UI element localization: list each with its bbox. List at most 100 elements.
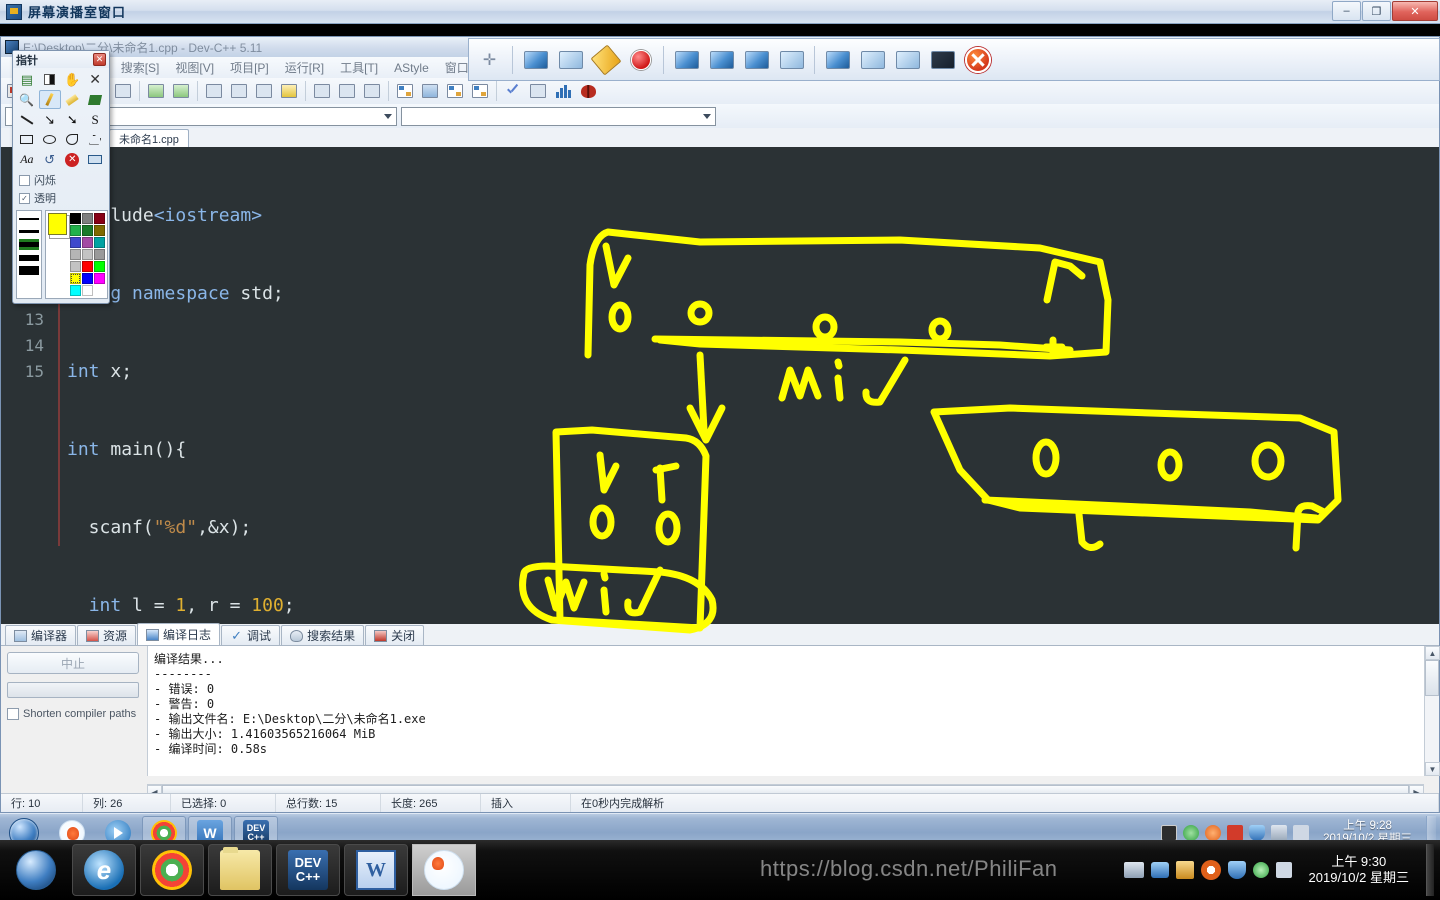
text-tool-icon[interactable]: Aa: [16, 150, 38, 169]
screen-clear-icon[interactable]: [84, 150, 106, 169]
scrollbar-thumb[interactable]: [1425, 660, 1439, 696]
blink-checkbox[interactable]: 闪烁: [13, 171, 109, 189]
paint-toolbar[interactable]: 指针 ✕ ▤ ✋ ✕ 🔍 ↘ ➘ S Aa ↺ ✕ 闪烁 ✓ 透明: [12, 50, 110, 304]
screen-stats-icon[interactable]: [926, 43, 959, 76]
menu-view[interactable]: 视图[V]: [168, 57, 221, 78]
line-width-option[interactable]: [19, 265, 39, 276]
paint-bucket-icon[interactable]: [84, 90, 106, 109]
scroll-down-icon[interactable]: ▼: [1425, 762, 1440, 776]
stop-broadcast-icon[interactable]: [961, 43, 994, 76]
color-swatch[interactable]: [82, 237, 93, 248]
color-swatch[interactable]: [94, 273, 105, 284]
color-swatch-selected[interactable]: [70, 273, 81, 284]
color-swatch[interactable]: [70, 225, 81, 236]
check-green-icon[interactable]: [1252, 862, 1269, 878]
screen-annotate-icon[interactable]: [891, 43, 924, 76]
line-width-picker[interactable]: [16, 210, 42, 299]
rectangle-icon[interactable]: [16, 130, 38, 149]
orange-icon[interactable]: [1205, 824, 1222, 841]
broadcast-maximize-button[interactable]: ❐: [1362, 1, 1391, 21]
color-swatch[interactable]: [82, 225, 93, 236]
screen-region-icon[interactable]: [554, 43, 587, 76]
erase-all-icon[interactable]: ✕: [84, 70, 106, 89]
color-swatch[interactable]: [94, 249, 105, 260]
shield-blue-icon[interactable]: [1227, 861, 1246, 879]
debug-icon[interactable]: [576, 80, 600, 102]
speaker-icon[interactable]: [1293, 824, 1310, 841]
forward-icon[interactable]: [335, 80, 359, 102]
color-swatch[interactable]: [70, 261, 81, 272]
undo-icon[interactable]: [144, 80, 168, 102]
menu-astyle[interactable]: AStyle: [387, 59, 436, 77]
screen-chart-icon[interactable]: [740, 43, 773, 76]
host-taskbar-explorer[interactable]: [208, 844, 272, 896]
host-taskbar-devcpp[interactable]: DEV C++: [276, 844, 340, 896]
screen-window-icon[interactable]: [775, 43, 808, 76]
profile-icon[interactable]: [551, 80, 575, 102]
back-icon[interactable]: [310, 80, 334, 102]
highlighter-icon[interactable]: [62, 90, 84, 109]
hand-pan-icon[interactable]: ✋: [62, 70, 84, 89]
rebuild-icon[interactable]: [468, 80, 492, 102]
code-text[interactable]: #include<iostream> using namespace std; …: [67, 147, 1437, 624]
curve-s-icon[interactable]: S: [84, 110, 106, 129]
code-editor[interactable]: 7 8 9 10 11 12 13 14 15 #include<iostrea…: [1, 147, 1439, 624]
pen-icon[interactable]: [38, 90, 61, 109]
line-width-option-selected[interactable]: [19, 239, 39, 250]
shorten-paths-checkbox[interactable]: Shorten compiler paths: [7, 708, 141, 720]
run-icon[interactable]: [418, 80, 442, 102]
redo-icon[interactable]: [169, 80, 193, 102]
pointer-select-icon[interactable]: ▤: [16, 70, 38, 89]
arrow-solid-icon[interactable]: ➘: [62, 110, 84, 129]
show-desktop-button[interactable]: [1426, 844, 1434, 896]
fill-rect-icon[interactable]: [39, 70, 61, 89]
transparent-checkbox[interactable]: ✓ 透明: [13, 189, 109, 207]
input-method-icon[interactable]: [1271, 824, 1288, 841]
abort-button[interactable]: 中止: [7, 652, 139, 674]
stop-icon[interactable]: [526, 80, 550, 102]
color-swatch[interactable]: [94, 213, 105, 224]
media-icon[interactable]: [1161, 824, 1178, 841]
log-vertical-scrollbar[interactable]: ▲ ▼: [1424, 646, 1440, 776]
color-swatch[interactable]: [82, 285, 93, 296]
undo-icon[interactable]: ↺: [39, 150, 61, 169]
ellipse-icon[interactable]: [39, 130, 61, 149]
battery-icon[interactable]: [1150, 862, 1169, 878]
compile-run-icon[interactable]: [443, 80, 467, 102]
line-icon[interactable]: [16, 110, 38, 129]
print-icon[interactable]: [111, 80, 135, 102]
tab-search-results[interactable]: 搜索结果: [281, 625, 365, 645]
color-picker[interactable]: [45, 210, 108, 299]
goto-line-icon[interactable]: [252, 80, 276, 102]
arrow-down-right-icon[interactable]: ↘: [39, 110, 61, 129]
screen-blank-icon[interactable]: [856, 43, 889, 76]
play-icon[interactable]: [1183, 824, 1200, 841]
pin-icon[interactable]: ✛: [473, 43, 506, 76]
color-swatch[interactable]: [82, 273, 93, 284]
polygon-icon[interactable]: [84, 130, 106, 149]
speaker-icon[interactable]: [1275, 862, 1292, 878]
replace-icon[interactable]: [227, 80, 251, 102]
line-width-option[interactable]: [19, 252, 39, 263]
pencil-draw-icon[interactable]: [589, 43, 622, 76]
tab-resources[interactable]: 资源: [77, 625, 137, 645]
host-start-button[interactable]: [4, 844, 68, 896]
clipboard-icon[interactable]: [1175, 861, 1194, 879]
color-swatch[interactable]: [70, 249, 81, 260]
line-width-option[interactable]: [19, 226, 39, 237]
color-swatch[interactable]: [94, 237, 105, 248]
screen-share-icon[interactable]: [670, 43, 703, 76]
screen-capture-icon[interactable]: [519, 43, 552, 76]
printer-icon[interactable]: [1123, 862, 1144, 878]
color-swatch[interactable]: [70, 237, 81, 248]
host-taskbar-360[interactable]: [412, 844, 476, 896]
format-icon[interactable]: [360, 80, 384, 102]
color-swatch[interactable]: [70, 213, 81, 224]
scroll-up-icon[interactable]: ▲: [1425, 646, 1440, 660]
host-clock[interactable]: 上午 9:30 2019/10/2 星期三: [1299, 854, 1419, 886]
screen-layout-icon[interactable]: [821, 43, 854, 76]
menu-project[interactable]: 项目[P]: [223, 57, 276, 78]
host-taskbar-ie[interactable]: e: [72, 844, 136, 896]
color-swatch[interactable]: [82, 249, 93, 260]
member-browser-combo[interactable]: [401, 106, 716, 126]
